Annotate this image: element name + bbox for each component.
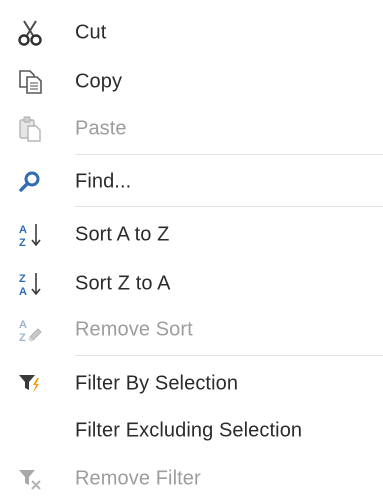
sort-ascending-icon: A Z	[14, 219, 46, 251]
menu-item-label: Copy	[75, 70, 123, 93]
menu-item-remove-filter[interactable]: Remove Filter	[0, 454, 383, 504]
menu-item-label: Sort A to Z	[75, 223, 170, 246]
menu-item-remove-sort[interactable]: A Z Remove Sort	[0, 305, 383, 355]
svg-text:A: A	[19, 286, 27, 298]
separator	[75, 355, 383, 356]
separator	[75, 206, 383, 207]
copy-icon	[14, 66, 46, 98]
menu-item-paste[interactable]: Paste	[0, 104, 383, 154]
remove-filter-icon	[14, 463, 46, 495]
menu-item-label: Find...	[75, 170, 132, 193]
menu-item-label: Paste	[75, 117, 127, 140]
menu-item-find[interactable]: Find...	[0, 157, 383, 207]
menu-item-label: Cut	[75, 21, 107, 44]
menu-item-copy[interactable]: Copy	[0, 57, 383, 107]
svg-text:Z: Z	[19, 237, 26, 249]
menu-item-label: Remove Filter	[75, 467, 201, 490]
menu-item-label: Filter Excluding Selection	[75, 419, 303, 442]
svg-text:Z: Z	[19, 332, 26, 344]
menu-item-sort-z-a[interactable]: Z A Sort Z to A	[0, 259, 383, 309]
menu-item-label: Remove Sort	[75, 318, 193, 341]
filter-lightning-icon	[14, 368, 46, 400]
menu-item-filter-excluding-selection[interactable]: Filter Excluding Selection	[0, 406, 383, 456]
sort-descending-icon: Z A	[14, 268, 46, 300]
context-menu: Cut Copy Paste Find... A Z Sort A to Z Z…	[0, 0, 383, 501]
menu-item-label: Sort Z to A	[75, 272, 171, 295]
paste-icon	[14, 113, 46, 145]
menu-item-sort-a-z[interactable]: A Z Sort A to Z	[0, 210, 383, 260]
magnifier-icon	[14, 166, 46, 198]
scissors-icon	[14, 17, 46, 49]
svg-text:Z: Z	[19, 273, 26, 285]
separator	[75, 154, 383, 155]
svg-text:A: A	[19, 319, 27, 331]
menu-item-filter-by-selection[interactable]: Filter By Selection	[0, 359, 383, 409]
menu-item-cut[interactable]: Cut	[0, 8, 383, 58]
svg-text:A: A	[19, 224, 27, 236]
menu-item-label: Filter By Selection	[75, 372, 239, 395]
remove-sort-icon: A Z	[14, 314, 46, 346]
